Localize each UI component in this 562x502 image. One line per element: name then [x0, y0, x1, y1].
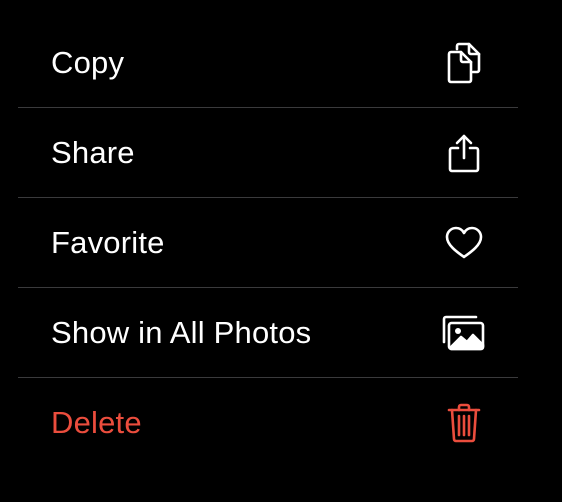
- menu-item-copy[interactable]: Copy: [18, 18, 518, 107]
- menu-item-label: Delete: [51, 404, 142, 440]
- menu-item-label: Share: [51, 134, 135, 170]
- copy-icon: [444, 42, 484, 83]
- menu-item-label: Copy: [51, 44, 125, 80]
- trash-icon: [444, 403, 484, 443]
- menu-item-delete[interactable]: Delete: [18, 378, 518, 467]
- photos-icon: [440, 313, 486, 353]
- context-menu: Copy Share Favorite Show in All Photos D…: [18, 18, 518, 467]
- heart-icon: [444, 223, 484, 263]
- share-icon: [444, 133, 484, 173]
- menu-item-label: Show in All Photos: [51, 314, 312, 350]
- menu-item-show-in-all-photos[interactable]: Show in All Photos: [18, 288, 518, 377]
- menu-item-share[interactable]: Share: [18, 108, 518, 197]
- menu-item-label: Favorite: [51, 224, 165, 260]
- menu-item-favorite[interactable]: Favorite: [18, 198, 518, 287]
